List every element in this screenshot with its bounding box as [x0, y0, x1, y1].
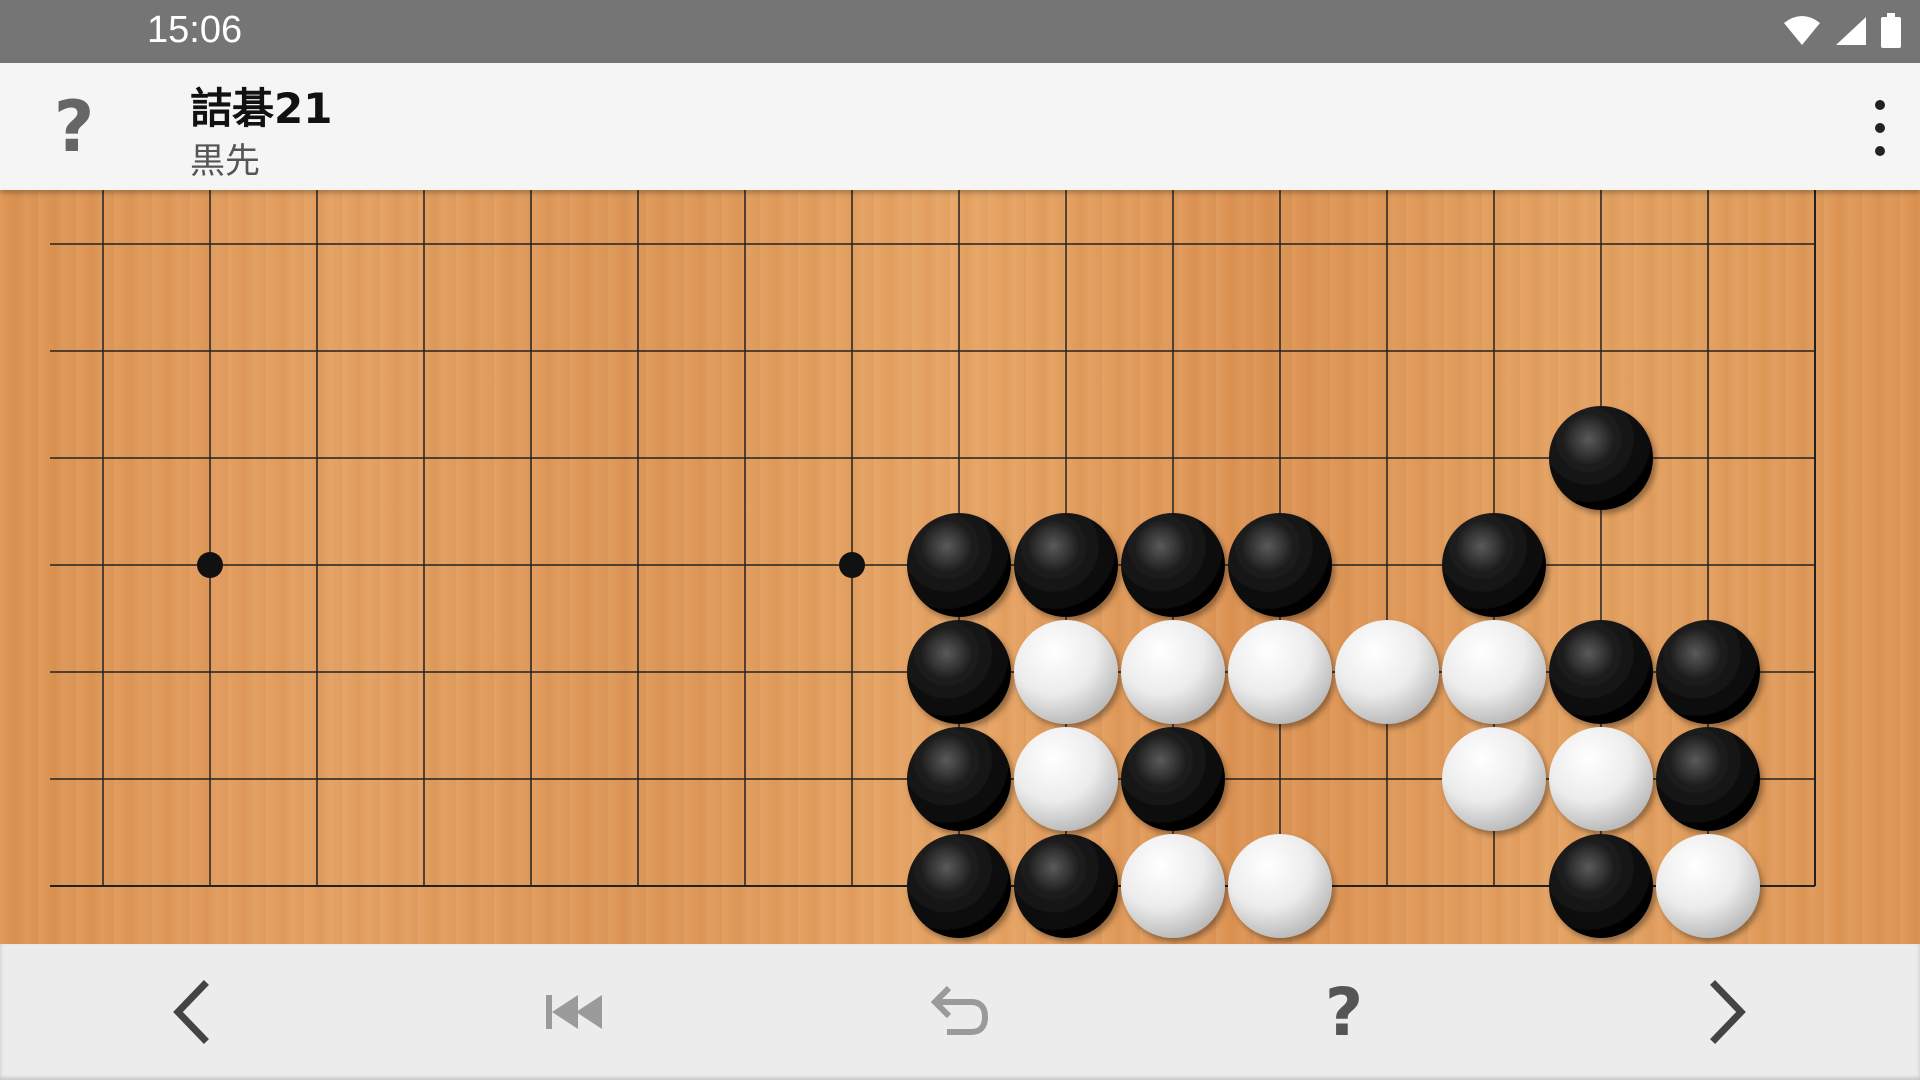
star-point	[197, 552, 223, 578]
white-stone	[1014, 620, 1118, 724]
status-bar: 15:06	[0, 0, 1920, 63]
white-stone	[1549, 727, 1653, 831]
next-button[interactable]	[1672, 962, 1782, 1062]
white-stone	[1121, 834, 1225, 938]
bottom-toolbar: ?	[0, 944, 1920, 1080]
status-icons	[1782, 13, 1902, 48]
wifi-icon	[1784, 16, 1820, 45]
more-vert-icon[interactable]	[1860, 93, 1900, 163]
undo-icon	[930, 985, 989, 1035]
prev-button[interactable]	[137, 962, 247, 1062]
board-svg[interactable]	[0, 190, 1920, 944]
black-stone	[907, 513, 1011, 617]
white-stone	[1335, 620, 1439, 724]
status-time: 15:06	[147, 9, 243, 51]
undo-button[interactable]	[905, 962, 1015, 1062]
chevron-right-icon	[1710, 980, 1746, 1044]
white-stone	[1228, 620, 1332, 724]
chevron-left-icon	[173, 980, 209, 1044]
black-stone	[1014, 834, 1118, 938]
black-stone	[1121, 513, 1225, 617]
black-stone	[1549, 406, 1653, 510]
white-stone	[1656, 834, 1760, 938]
black-stone	[907, 727, 1011, 831]
white-stone	[1442, 620, 1546, 724]
white-stone	[1228, 834, 1332, 938]
black-stone	[1442, 513, 1546, 617]
app-bar: ? 詰碁21 黒先	[0, 63, 1920, 190]
white-stone	[1014, 727, 1118, 831]
black-stone	[1228, 513, 1332, 617]
black-stone	[1121, 727, 1225, 831]
battery-icon	[1881, 13, 1901, 48]
help-icon[interactable]: ?	[38, 87, 110, 167]
black-stone	[907, 620, 1011, 724]
first-move-button[interactable]	[520, 962, 630, 1062]
black-stone	[1656, 727, 1760, 831]
black-stone	[1549, 834, 1653, 938]
page-subtitle: 黒先	[190, 142, 261, 182]
star-point	[839, 552, 865, 578]
black-stone	[1014, 513, 1118, 617]
go-board[interactable]	[0, 190, 1920, 944]
cellular-signal-icon	[1836, 17, 1866, 45]
hint-button[interactable]: ?	[1289, 962, 1399, 1062]
white-stone	[1442, 727, 1546, 831]
black-stone	[907, 834, 1011, 938]
white-stone	[1121, 620, 1225, 724]
skip-to-start-icon	[546, 995, 602, 1029]
black-stone	[1656, 620, 1760, 724]
page-title: 詰碁21	[190, 84, 333, 133]
black-stone	[1549, 620, 1653, 724]
